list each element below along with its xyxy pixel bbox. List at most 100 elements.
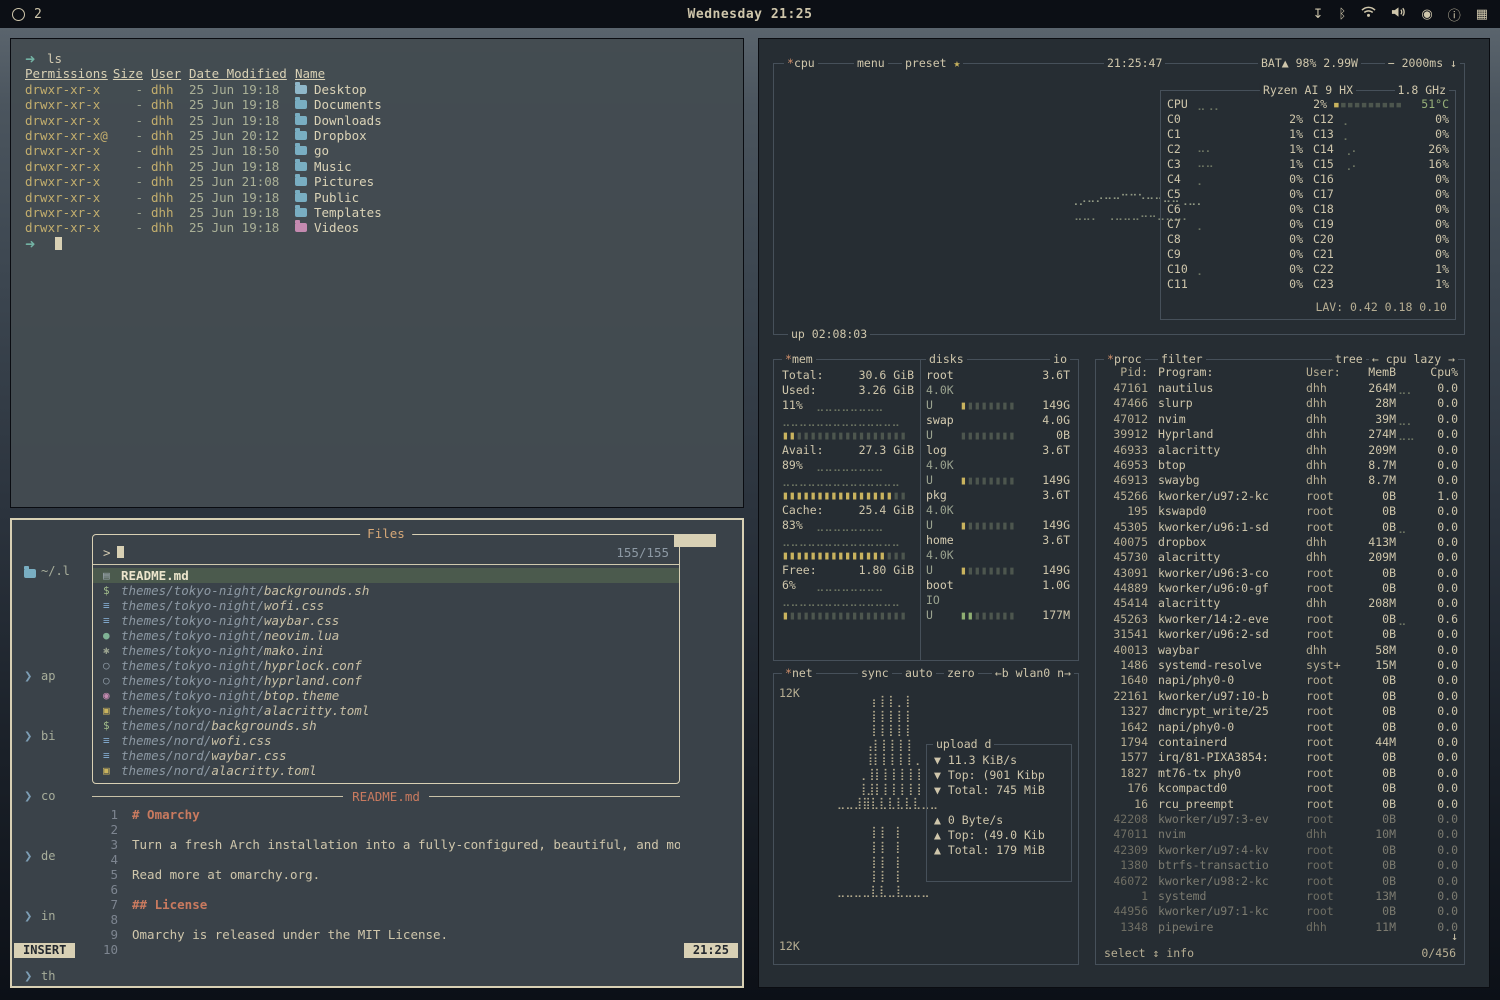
picker-item[interactable]: $ themes/tokyo-night/backgrounds.sh	[93, 583, 679, 598]
core-percent: 0%	[1413, 172, 1449, 187]
apps-grid-icon[interactable]: ▦	[1476, 7, 1488, 22]
process-row[interactable]: 45730 alacritty dhh 209M 0.0	[1102, 550, 1458, 565]
process-row[interactable]: 195 kswapd0 root 0B 0.0	[1102, 504, 1458, 519]
picker-item[interactable]: ○ themes/tokyo-night/hyprland.conf	[93, 673, 679, 688]
process-row[interactable]: 1640 napi/phy0-0 root 0B 0.0	[1102, 673, 1458, 688]
mem-stat-percent: 83%⣀⣀⣀⣀⣀⣀⣀⣀	[782, 518, 914, 533]
tree-item[interactable]: ❯ in	[24, 909, 90, 924]
picker-item[interactable]: ≡ themes/nord/wofi.css	[93, 733, 679, 748]
process-row[interactable]: 44889 kworker/u96:0-gf root 0B 0.0	[1102, 581, 1458, 596]
update-interval[interactable]: − 2000ms ↓	[1385, 56, 1460, 71]
tree-item[interactable]: ❯ co	[24, 789, 90, 804]
btop-window[interactable]: *cpu menu preset ★ 21:25:47 BAT▲ 98% 2.9…	[758, 38, 1490, 988]
proc-mem: 0B	[1354, 750, 1396, 765]
menu-button[interactable]: menu	[854, 56, 888, 71]
picker-item[interactable]: ≡ themes/tokyo-night/waybar.css	[93, 613, 679, 628]
process-row[interactable]: 45305 kworker/u96:1-sd root 0B ⣀ 0.0	[1102, 520, 1458, 535]
tree-item[interactable]: ❯ bi	[24, 729, 90, 744]
tree-item[interactable]: ❯ ap	[24, 669, 90, 684]
process-row[interactable]: 46953 btop dhh 8.7M 0.0	[1102, 458, 1458, 473]
pid: 1380	[1102, 858, 1148, 873]
pid: 1827	[1102, 766, 1148, 781]
process-row[interactable]: 40013 waybar dhh 58M 0.0	[1102, 643, 1458, 658]
picker-item[interactable]: ≡ themes/tokyo-night/wofi.css	[93, 598, 679, 613]
terminal-window[interactable]: ➜ls Permissions Size User Date Modified …	[10, 38, 744, 508]
process-row[interactable]: 1348 pipewire dhh 11M 0.0	[1102, 920, 1458, 935]
tab-mem[interactable]: *mem	[782, 352, 816, 367]
process-row[interactable]: 176 kcompactd0 root 0B 0.0	[1102, 781, 1458, 796]
picker-item[interactable]: $ themes/nord/backgrounds.sh	[93, 718, 679, 733]
core-row: C23 1%	[1313, 277, 1449, 292]
process-row[interactable]: 39912 Hyprland dhh 274M ⣀⣀ 0.0	[1102, 427, 1458, 442]
core-percent: 0%	[1267, 172, 1303, 187]
process-row[interactable]: 47161 nautilus dhh 264M ⣀⡀ 0.0	[1102, 381, 1458, 396]
workspace-number[interactable]: 2	[34, 7, 42, 22]
process-row[interactable]: 42208 kworker/u97:3-ev root 0B 0.0	[1102, 812, 1458, 827]
process-row[interactable]: 45263 kworker/14:2-eve root 0B ⣀ 0.6	[1102, 612, 1458, 627]
file-type-icon: ≡	[103, 748, 121, 763]
picker-item[interactable]: ▤ README.md	[93, 568, 679, 583]
bluetooth-icon[interactable]: ᛒ	[1339, 7, 1347, 22]
volume-icon[interactable]	[1391, 6, 1406, 22]
picker-prompt[interactable]: > 155/155	[93, 543, 679, 561]
process-row[interactable]: 16 rcu_preempt root 0B 0.0	[1102, 797, 1458, 812]
interface-selector[interactable]: ←b wlan0 n→	[992, 666, 1074, 681]
tab-cpu[interactable]: *cpu	[784, 56, 818, 71]
auto-toggle[interactable]: auto	[902, 666, 936, 681]
process-row[interactable]: 47012 nvim dhh 39M ⣀⡀ 0.0	[1102, 412, 1458, 427]
process-row[interactable]: 47466 slurp dhh 28M 0.0	[1102, 396, 1458, 411]
process-row[interactable]: 1642 napi/phy0-0 root 0B 0.0	[1102, 720, 1458, 735]
picker-item[interactable]: ◉ themes/tokyo-night/btop.theme	[93, 688, 679, 703]
process-row[interactable]: 1827 mt76-tx phy0 root 0B 0.0	[1102, 766, 1458, 781]
scroll-down-icon[interactable]: ↓	[1451, 929, 1458, 944]
line-number: 4	[92, 852, 118, 867]
preset-button[interactable]: preset ★	[902, 56, 963, 71]
scrollbar-thumb[interactable]	[674, 534, 716, 547]
process-row[interactable]: 42309 kworker/u97:4-kv root 0B 0.0	[1102, 843, 1458, 858]
process-row[interactable]: 1577 irq/81-PIXA3854: root 0B 0.0	[1102, 750, 1458, 765]
workspace-icon[interactable]	[12, 8, 25, 21]
wifi-icon[interactable]	[1361, 6, 1376, 22]
process-row[interactable]: 46913 swaybg dhh 8.7M 0.0	[1102, 473, 1458, 488]
record-icon[interactable]: ◉	[1421, 7, 1432, 22]
picker-item[interactable]: ≡ themes/nord/waybar.css	[93, 748, 679, 763]
program: systemd-resolve	[1158, 658, 1306, 673]
process-row[interactable]: 46933 alacritty dhh 209M 0.0	[1102, 443, 1458, 458]
editor-window[interactable]: ~/.l ❯ ap ❯ bi ❯ co	[10, 518, 744, 988]
process-row[interactable]: 1 systemd root 13M 0.0	[1102, 889, 1458, 904]
process-row[interactable]: 45266 kworker/u97:2-kc root 0B 1.0	[1102, 489, 1458, 504]
sync-toggle[interactable]: sync	[858, 666, 892, 681]
process-row[interactable]: 43091 kworker/u96:3-co root 0B 0.0	[1102, 566, 1458, 581]
picker-item[interactable]: ✱ themes/tokyo-night/mako.ini	[93, 643, 679, 658]
process-row[interactable]: 31541 kworker/u96:2-sd root 0B 0.0	[1102, 627, 1458, 642]
process-row[interactable]: 47011 nvim dhh 10M 0.0	[1102, 827, 1458, 842]
proc-mem: 0B	[1354, 781, 1396, 796]
process-row[interactable]: 1794 containerd root 44M 0.0	[1102, 735, 1458, 750]
info-icon[interactable]: ⓘ	[1448, 5, 1461, 24]
tree-root[interactable]: ~/.l	[24, 564, 90, 579]
core-percent: 0%	[1413, 247, 1449, 262]
terminal-prompt[interactable]: ➜	[25, 236, 729, 251]
io-toggle[interactable]: io	[1050, 352, 1070, 367]
picker-item[interactable]: ▣ themes/nord/alacritty.toml	[93, 763, 679, 778]
mem-disks-divider	[920, 360, 921, 660]
picker-item[interactable]: ● themes/tokyo-night/neovim.lua	[93, 628, 679, 643]
picker-item[interactable]: ▣ themes/tokyo-night/alacritty.toml	[93, 703, 679, 718]
process-row[interactable]: 1380 btrfs-transactio root 0B 0.0	[1102, 858, 1458, 873]
process-row[interactable]: 45414 alacritty dhh 208M 0.0	[1102, 596, 1458, 611]
process-row[interactable]: 1486 systemd-resolve syst+ 15M 0.0	[1102, 658, 1458, 673]
process-row[interactable]: 46072 kworker/u98:2-kc root 0B 0.0	[1102, 874, 1458, 889]
preview-line: 8	[92, 912, 680, 927]
tab-net[interactable]: *net	[782, 666, 816, 681]
process-row[interactable]: 22161 kworker/u97:10-b root 0B 0.0	[1102, 689, 1458, 704]
proc-cpu: 0.0	[1424, 812, 1458, 827]
process-row[interactable]: 44956 kworker/u97:1-kc root 0B 0.0	[1102, 904, 1458, 919]
process-row[interactable]: 40075 dropbox dhh 413M 0.0	[1102, 535, 1458, 550]
picker-item[interactable]: ○ themes/tokyo-night/hyprlock.conf	[93, 658, 679, 673]
updates-icon[interactable]: ↧	[1313, 7, 1324, 22]
process-row[interactable]: 1327 dmcrypt_write/25 root 0B 0.0	[1102, 704, 1458, 719]
zero-toggle[interactable]: zero	[944, 666, 978, 681]
tree-item[interactable]: ❯ th	[24, 969, 90, 984]
proc-graph	[1398, 689, 1424, 704]
tree-item[interactable]: ❯ de	[24, 849, 90, 864]
